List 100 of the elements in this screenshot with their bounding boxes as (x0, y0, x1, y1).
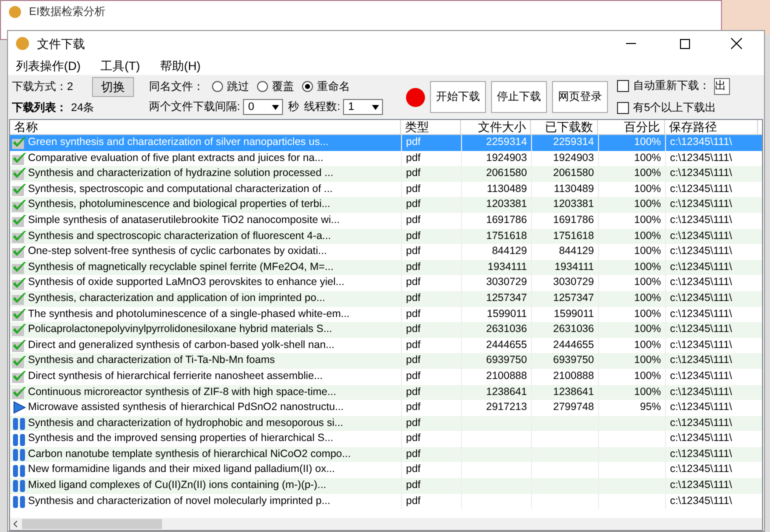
table-cell: pdf (406, 416, 421, 429)
table-cell: c:\12345\111\ (670, 245, 732, 258)
interval-label: 两个文件下载间隔: (149, 100, 240, 115)
table-cell: 100% (634, 182, 661, 195)
table-cell: pdf (406, 494, 421, 507)
table-cell: 1599011 (486, 308, 527, 320)
checkmark-icon (12, 261, 27, 274)
table-cell: c:\12345\111\ (670, 432, 732, 444)
file-row[interactable]: Synthesis, spectroscopic and computational characterization of ... pdf 1130489 1130489 100% c:\12345\111\ (10, 182, 762, 198)
menu-item[interactable]: 列表操作(D) (12, 56, 85, 74)
toolbar-button[interactable]: 停止下载 (491, 81, 547, 113)
table-cell: 100% (634, 323, 661, 336)
table-cell: pdf (406, 167, 421, 180)
table-cell: 100% (634, 308, 661, 320)
table-cell: c:\12345\111\ (670, 152, 732, 164)
table-cell: c:\12345\111\ (670, 198, 732, 210)
checkbox[interactable] (617, 80, 629, 92)
file-name: Synthesis, characterization and application of ion imprinted po... (28, 290, 326, 306)
scroll-thumb[interactable] (22, 519, 162, 529)
table-cell: c:\12345\111\ (670, 479, 732, 492)
file-name: Synthesis and characterization of hydrazine solution processed ... (28, 166, 334, 182)
file-row[interactable]: Synthesis, characterization and application of ion imprinted po... pdf 1257347 1257347 100% c:\12345\111\ (10, 290, 762, 307)
table-cell: 1130489 (554, 182, 594, 195)
checkmark-icon (12, 354, 27, 368)
table-cell: c:\12345\111\ (670, 354, 732, 366)
table-cell: c:\12345\111\ (670, 323, 732, 336)
radio-option[interactable]: 重命名 (302, 78, 350, 95)
table-cell: pdf (406, 136, 421, 148)
file-name: New formamidine ligands and their mixed ligand palladium(II) ox... (28, 462, 335, 478)
table-cell: 100% (634, 386, 661, 398)
table-cell: 100% (634, 260, 661, 273)
auto-retry-label: 自动重新下载： (633, 78, 710, 94)
file-row[interactable]: Synthesis and spectroscopic characterization of fluorescent 4-a... pdf 1751618 1751618 100% c:\12345\111\ (10, 228, 762, 244)
table-cell: c:\12345\111\ (670, 230, 732, 242)
interval-select[interactable]: 0 (243, 99, 284, 116)
checkmark-icon (12, 308, 27, 321)
table-cell: c:\12345\111\ (670, 448, 732, 460)
file-name: Synthesis and characterization of novel molecularly imprinted p... (28, 494, 330, 509)
table-cell: pdf (406, 214, 421, 226)
file-row[interactable]: Comparative evaluation of five plant extracts and juices for na... pdf 1924903 1924903 100% c:\12345\111\ (10, 150, 762, 166)
table-cell: 2100888 (553, 370, 594, 382)
file-row[interactable]: Synthesis and characterization of hydrophobic and mesoporous si... pdf c:\12345\111\ (10, 416, 762, 432)
switch-button[interactable]: 切换 (92, 77, 134, 98)
table-cell: 844129 (492, 245, 527, 258)
checkmark-icon (12, 136, 27, 150)
file-row[interactable]: Synthesis, photoluminescence and biological properties of terbi... pdf 1203381 1203381 100% c:\12345\111\ (10, 197, 762, 213)
radio-option[interactable]: 跳过 (212, 78, 249, 95)
list-count: 24条 (71, 101, 94, 116)
checkmark-icon (12, 245, 27, 258)
threads-select[interactable]: 1 (343, 99, 384, 116)
file-row[interactable]: Synthesis and characterization of novel molecularly imprinted p... pdf c:\12345\111\ (10, 494, 762, 510)
table-cell: pdf (406, 323, 421, 336)
table-cell: 2799748 (553, 401, 594, 414)
file-name: Comparative evaluation of five plant extracts and juices for na... (28, 150, 324, 166)
table-cell: c:\12345\111\ (670, 308, 732, 320)
table-cell: pdf (406, 386, 421, 398)
file-row[interactable]: Synthesis and characterization of Ti-Ta-Nb-Mn foams pdf 6939750 6939750 100% c:\12345\111\ (10, 353, 762, 369)
mode-label: 下载方式：2 (12, 80, 74, 95)
file-row[interactable]: Synthesis of magnetically recyclable spinel ferrite (MFe2O4, M=... pdf 1934111 1934111 100% c:\12345\111\ (10, 260, 762, 276)
horizontal-scrollbar[interactable] (10, 518, 762, 530)
table-cell: 95% (640, 401, 661, 414)
file-row[interactable]: Continuous microreactor synthesis of ZIF-8 with high space-time... pdf 1238641 1238641 100% c:\12345\111\ (10, 384, 762, 400)
checkmark-icon (12, 370, 27, 384)
table-cell: 100% (634, 338, 661, 351)
checkmark-icon (12, 386, 27, 399)
table-cell: 100% (634, 214, 661, 226)
table-cell: pdf (406, 308, 421, 320)
window-title: 文件下载 (37, 36, 86, 52)
pause-icon (12, 464, 27, 477)
file-row[interactable]: Policaprolactonepolyvinylpyrrolidonesiloxane hybrid materials S... pdf 2631036 2631036 100% c:\12345\111\ (10, 322, 762, 338)
menu-item[interactable]: 帮助(H) (156, 56, 205, 74)
file-row[interactable]: Synthesis and characterization of hydrazine solution processed ... pdf 2061580 2061580 100% c:\12345\111\ (10, 166, 762, 182)
pause-icon (12, 448, 27, 462)
radio-option[interactable]: 覆盖 (257, 78, 294, 95)
file-row[interactable]: Mixed ligand complexes of Cu(II)Zn(II) ions containing (m-)(p-)... pdf c:\12345\111\ (10, 478, 762, 494)
file-name: Carbon nanotube template synthesis of hierarchical NiCoO2 compo... (28, 446, 351, 462)
checkmark-icon (12, 167, 27, 180)
file-row[interactable]: Carbon nanotube template synthesis of hierarchical NiCoO2 compo... pdf c:\12345\111\ (10, 446, 762, 462)
table-cell: 1130489 (486, 182, 527, 195)
table-cell: 2631036 (486, 323, 527, 336)
table-cell: c:\12345\111\ (670, 386, 732, 398)
record-indicator-icon (406, 88, 425, 106)
file-row[interactable]: The synthesis and photoluminescence of a single-phased white-em... pdf 1599011 1599011 100% c:\12345\111\ (10, 306, 762, 322)
table-cell: 100% (634, 370, 661, 382)
error-option-label: 有5个以上下载出 (633, 100, 716, 116)
input-field[interactable]: 出 (714, 78, 730, 95)
table-cell: c:\12345\111\ (670, 260, 732, 273)
file-name: Policaprolactonepolyvinylpyrrolidonesiloxane hybrid materials S... (28, 322, 332, 338)
table-cell: 100% (634, 136, 661, 148)
checkbox[interactable] (617, 102, 629, 114)
table-cell: c:\12345\111\ (670, 276, 732, 288)
file-row[interactable]: Direct and generalized synthesis of carbon-based yolk-shell nan... pdf 2444655 2444655 100% c:\12345\111\ (10, 338, 762, 354)
table-cell: pdf (406, 182, 421, 195)
toolbar-button[interactable]: 网页登录 (552, 81, 608, 113)
toolbar-button[interactable]: 开始下载 (430, 81, 486, 113)
checkmark-icon (12, 276, 27, 290)
checkmark-icon (12, 152, 27, 165)
menu-item[interactable]: 工具(T) (96, 56, 144, 74)
seconds-label: 秒 (288, 100, 300, 115)
file-name: Mixed ligand complexes of Cu(II)Zn(II) ions containing (m-)(p-)... (28, 478, 326, 494)
